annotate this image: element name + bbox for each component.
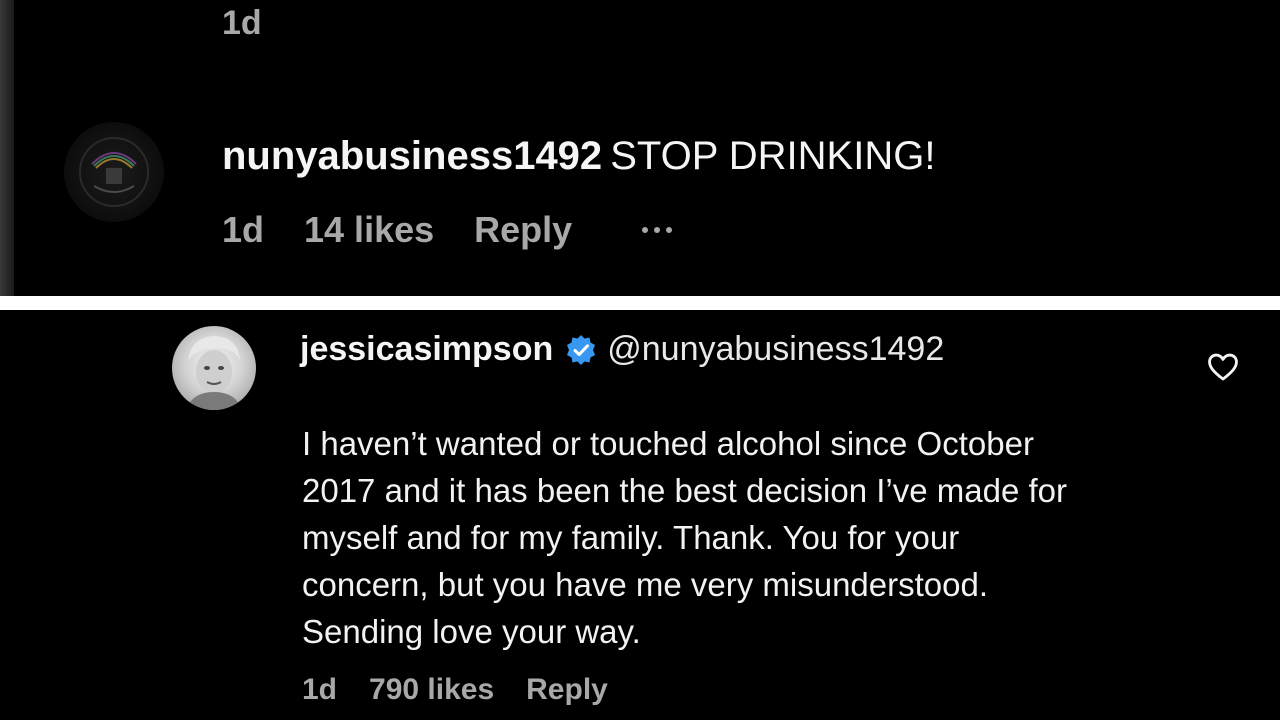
avatar[interactable] [66,124,162,220]
reply-text-line: concern, but you have me very misunderst… [302,566,989,603]
reply-header: jessicasimpson @nunyabusiness1492 [300,330,944,369]
comment-reply-button[interactable]: Reply [474,209,572,251]
comment-panel-top: 1d nunyabusiness1492 STOP DRINKING! 1d 14… [0,0,1280,296]
comment-text: STOP DRINKING! [610,134,936,178]
avatar[interactable] [172,326,256,410]
image-edge-strip [0,0,14,296]
reply-likes[interactable]: 790 likes [369,673,494,707]
reply-text-line: 2017 and it has been the best decision I… [302,472,1068,509]
reply-actions: 1d 790 likes Reply [302,670,640,710]
verified-badge-icon [567,334,596,365]
reply-mention[interactable]: @nunyabusiness1492 [607,330,944,369]
comment-panel-bottom: jessicasimpson @nunyabusiness1492 I have… [0,310,1280,720]
comment-timestamp: 1d [222,209,265,250]
heart-outline-icon[interactable] [1206,350,1240,384]
ellipsis-icon[interactable] [642,227,673,233]
avatar-portrait-icon [186,336,242,410]
reply-username[interactable]: jessicasimpson [300,330,553,369]
previous-comment-timestamp: 1d [222,4,262,42]
reply-text-line: Sending love your way. [302,613,641,650]
avatar-emblem-icon [79,137,149,207]
reply-reply-button[interactable]: Reply [526,673,608,707]
comment-actions: 1d 14 likes Reply [222,206,673,254]
reply-text-line: myself and for my family. Thank. You for… [302,519,960,556]
reply-timestamp: 1d [302,673,338,706]
reply-text-line: I haven’t wanted or touched alcohol sinc… [302,425,1034,462]
comment-likes[interactable]: 14 likes [304,209,434,251]
comment-line: nunyabusiness1492 STOP DRINKING! [222,134,935,179]
reply-text: I haven’t wanted or touched alcohol sinc… [302,420,1202,655]
comment-username[interactable]: nunyabusiness1492 [222,134,602,178]
